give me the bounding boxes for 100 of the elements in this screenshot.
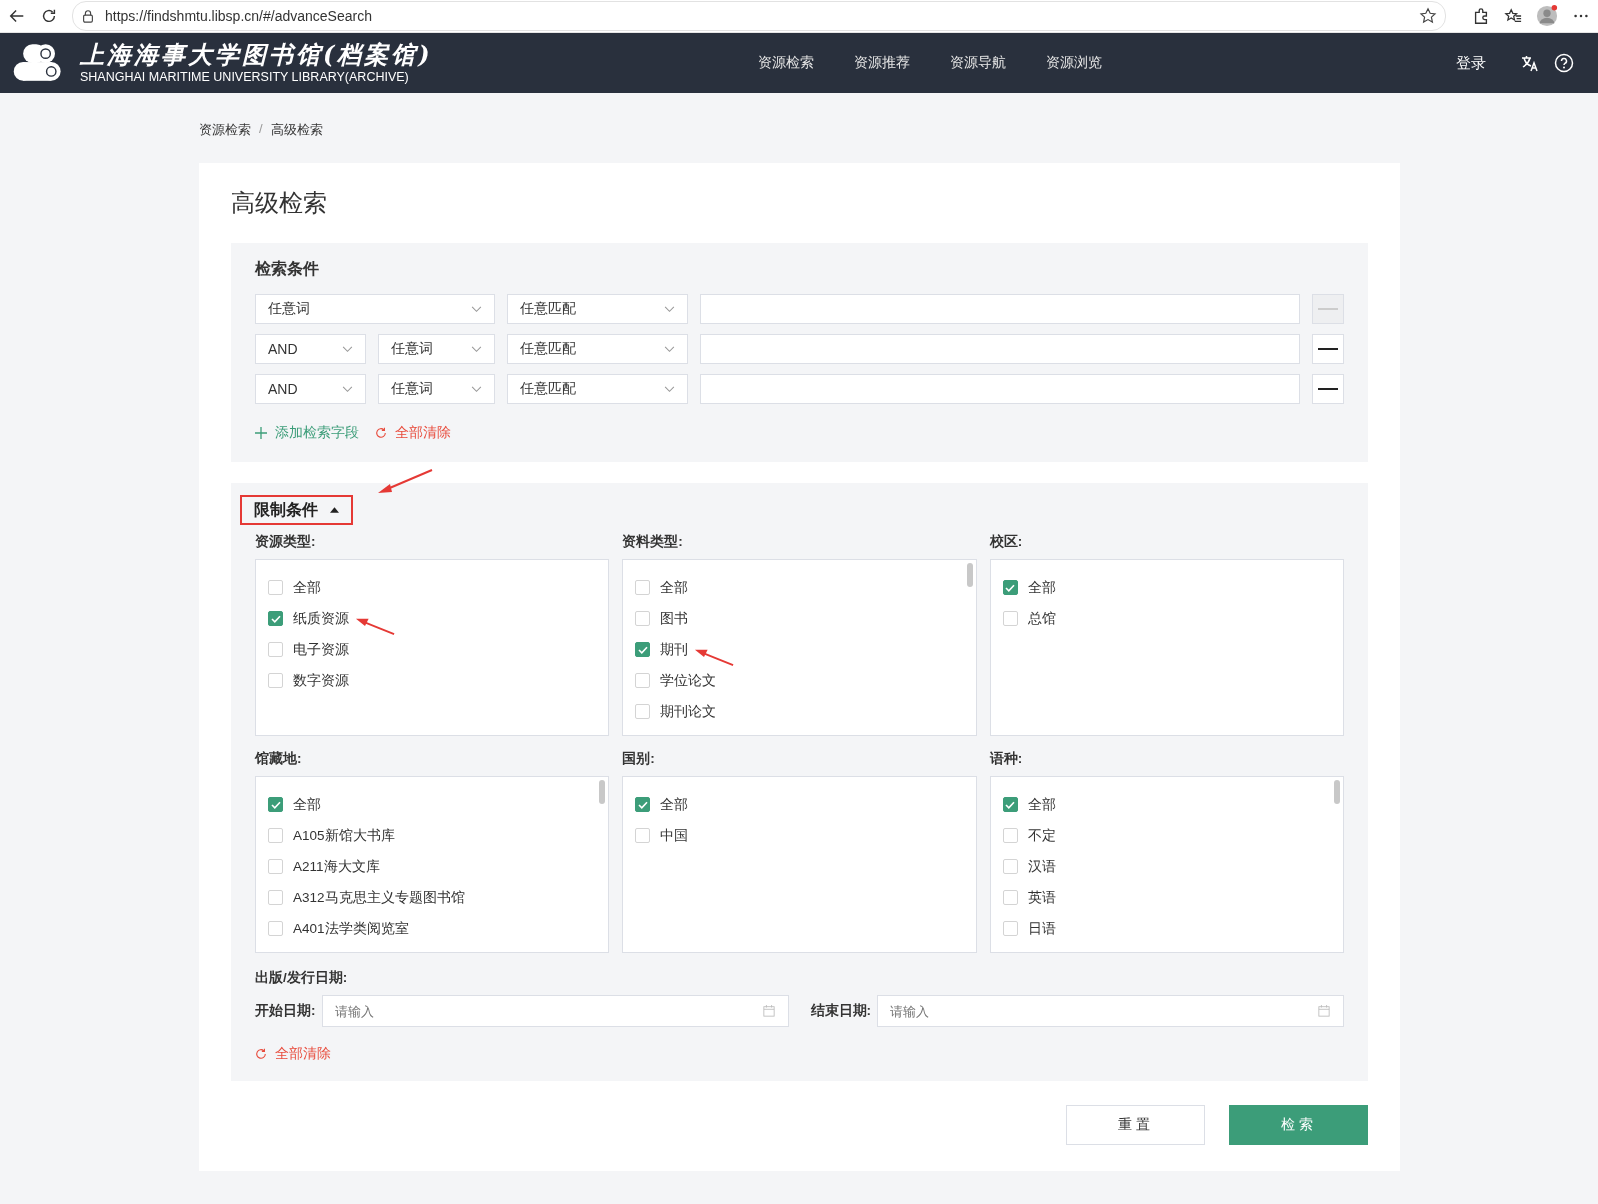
calendar-icon — [1318, 1005, 1330, 1017]
remove-row-button[interactable] — [1312, 334, 1344, 364]
end-date-label: 结束日期: — [810, 1002, 871, 1020]
translate-icon[interactable] — [1520, 53, 1540, 73]
checkbox-label[interactable]: 期刊 — [660, 640, 689, 659]
filter-label: 资源类型: — [255, 533, 316, 551]
match-select[interactable]: 任意匹配 — [507, 334, 688, 364]
chevron-down-icon — [471, 345, 482, 353]
url-text: https://findshmtu.libsp.cn/#/advanceSearch — [105, 8, 373, 24]
page-title: 高级检索 — [231, 188, 328, 218]
checkbox-label[interactable]: 电子资源 — [293, 640, 349, 659]
section-heading: 检索条件 — [255, 259, 320, 279]
checkbox-label[interactable]: 中国 — [660, 826, 689, 845]
checkbox-label[interactable]: 全部 — [293, 795, 321, 814]
reload-icon[interactable] — [40, 7, 58, 25]
checkbox-label[interactable]: 英语 — [1027, 888, 1056, 907]
chevron-down-icon — [471, 385, 482, 393]
operator-select[interactable]: AND — [255, 334, 366, 364]
field-select[interactable]: 任意词 — [378, 334, 495, 364]
checkbox-label[interactable]: 期刊论文 — [660, 702, 717, 721]
checkbox-label[interactable]: 全部 — [660, 795, 689, 814]
start-date-field[interactable]: 请输入 — [321, 995, 789, 1027]
search-term-field[interactable] — [700, 374, 1300, 404]
checkbox-label[interactable]: 日语 — [1027, 919, 1056, 938]
chevron-down-icon — [342, 345, 353, 353]
chevron-down-icon — [664, 385, 675, 393]
breadcrumb-link[interactable]: 资源检索 — [199, 121, 251, 139]
calendar-icon — [762, 1005, 775, 1017]
remove-row-button[interactable] — [1312, 374, 1344, 404]
minus-icon — [1318, 348, 1338, 350]
filter-label: 校区: — [989, 533, 1023, 551]
filter-label: 馆藏地: — [255, 750, 302, 768]
checkbox[interactable] — [268, 797, 283, 812]
avatar-icon[interactable] — [1536, 5, 1558, 27]
check-icon — [1005, 583, 1016, 592]
checkbox-label[interactable]: 数字资源 — [293, 671, 349, 690]
chevron-down-icon — [471, 305, 482, 313]
checkbox[interactable] — [268, 611, 283, 626]
nav-link[interactable]: 资源浏览 — [1046, 54, 1102, 72]
filter-label: 语种: — [989, 750, 1023, 768]
field-select[interactable]: 任意词 — [378, 374, 495, 404]
operator-select[interactable]: AND — [255, 374, 366, 404]
match-select[interactable]: 任意匹配 — [507, 374, 688, 404]
caret-icon — [330, 507, 339, 513]
star-icon[interactable] — [1419, 7, 1437, 25]
checkbox[interactable] — [635, 797, 651, 812]
plus-icon — [255, 427, 267, 439]
check-icon — [270, 800, 281, 809]
favorites-icon[interactable] — [1504, 7, 1522, 25]
minus-icon — [1318, 388, 1338, 390]
checkbox-label[interactable]: 学位论文 — [660, 671, 717, 690]
checkbox[interactable] — [1002, 797, 1018, 812]
search-term-field[interactable] — [700, 294, 1300, 324]
reset-button[interactable]: 重置 — [1066, 1105, 1205, 1145]
checkbox-label[interactable]: A211海大文库 — [293, 857, 380, 876]
clear-all-link[interactable]: 全部清除 — [255, 1045, 331, 1063]
check-icon — [270, 614, 281, 623]
checkbox-label[interactable]: A312马克思主义专题图书馆 — [293, 888, 465, 907]
library-name: 上海海事大学图书馆(档案馆) — [80, 41, 433, 69]
checkbox-label[interactable]: 总馆 — [1027, 609, 1056, 628]
check-icon — [637, 645, 648, 654]
scrollbar-thumb[interactable] — [1334, 780, 1340, 804]
address-bar[interactable]: https://findshmtu.libsp.cn/#/advanceSearch — [72, 1, 1446, 31]
checkbox-label[interactable]: 全部 — [293, 578, 321, 597]
puzzle-icon[interactable] — [1472, 7, 1490, 25]
annotation-arrow — [377, 469, 433, 495]
check-icon — [637, 800, 648, 809]
login-link[interactable]: 登录 — [1456, 53, 1486, 73]
filter-label: 资料类型: — [622, 533, 683, 551]
lock-icon — [81, 9, 95, 23]
search-term-field[interactable] — [700, 334, 1300, 364]
breadcrumb-separator: / — [259, 121, 263, 138]
end-date-field[interactable]: 请输入 — [877, 995, 1344, 1027]
checkbox-label[interactable]: 纸质资源 — [293, 609, 349, 628]
checkbox-label[interactable]: 全部 — [1027, 795, 1056, 814]
start-date-label: 开始日期: — [255, 1002, 316, 1020]
chevron-down-icon — [664, 305, 675, 313]
date-heading: 出版/发行日期: — [255, 969, 349, 987]
checkbox[interactable] — [635, 642, 651, 657]
scrollbar-thumb[interactable] — [966, 563, 973, 587]
checkbox-label[interactable]: 汉语 — [1027, 857, 1056, 876]
checkbox[interactable] — [1002, 580, 1018, 595]
field-select[interactable]: 任意词 — [255, 294, 495, 324]
checkbox-label[interactable]: 全部 — [660, 578, 689, 597]
checkbox-label[interactable]: A105新馆大书库 — [293, 826, 395, 845]
nav-link[interactable]: 资源推荐 — [854, 54, 910, 72]
nav-link[interactable]: 资源检索 — [758, 54, 814, 72]
clear-all-link[interactable]: 全部清除 — [375, 424, 451, 442]
checkbox-label[interactable]: 图书 — [660, 609, 689, 628]
checkbox-label[interactable]: 不定 — [1027, 826, 1056, 845]
minus-icon — [1318, 308, 1338, 310]
checkbox-label[interactable]: 全部 — [1027, 578, 1056, 597]
checkbox-label[interactable]: A401法学类阅览室 — [293, 919, 409, 938]
filter-toggle[interactable]: 限制条件 — [240, 495, 353, 525]
check-icon — [1005, 800, 1016, 809]
back-icon[interactable] — [8, 7, 26, 25]
help-icon[interactable] — [1554, 53, 1574, 73]
match-select[interactable]: 任意匹配 — [507, 294, 688, 324]
scrollbar-thumb[interactable] — [599, 780, 606, 804]
nav-link[interactable]: 资源导航 — [950, 54, 1006, 72]
